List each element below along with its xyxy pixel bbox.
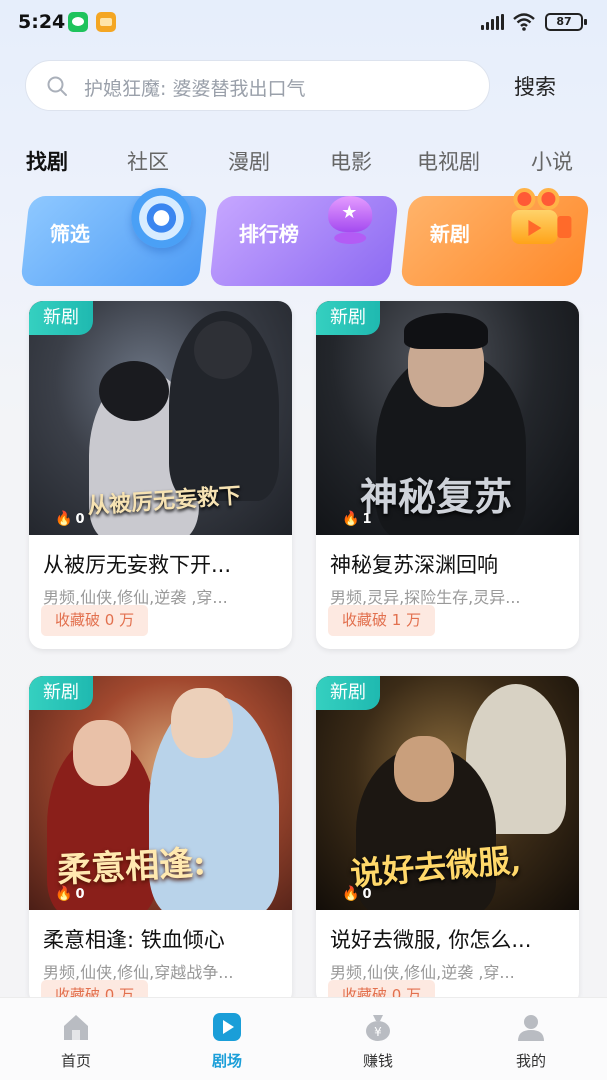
nav-item-profile[interactable]: 我的 bbox=[481, 998, 581, 1080]
tab-movie[interactable]: 电影 bbox=[330, 146, 372, 176]
heat-count: 0 bbox=[55, 886, 84, 902]
signal-icon bbox=[481, 14, 505, 30]
nav-label: 剧场 bbox=[211, 1052, 242, 1070]
search-placeholder: 护媳狂魔: 婆婆替我出口气 bbox=[84, 78, 306, 100]
wechat-notification-icon bbox=[68, 12, 88, 32]
filter-label: 筛选 bbox=[49, 222, 90, 246]
target-icon bbox=[131, 188, 192, 248]
nav-label: 赚钱 bbox=[362, 1052, 393, 1070]
new-drama-label: 新剧 bbox=[429, 222, 470, 246]
heat-count: 0 bbox=[342, 886, 371, 902]
poster-title-text: 柔意相逢: bbox=[56, 843, 207, 891]
favorites-badge: 收藏破 0 万 bbox=[41, 605, 149, 636]
home-icon bbox=[64, 1015, 88, 1040]
drama-card[interactable]: 从被厉无妄救下 0 新剧 从被厉无妄救下开... 男频,仙侠,修仙,逆袭 ,穿.… bbox=[29, 301, 292, 649]
heat-count: 1 bbox=[342, 511, 371, 527]
tab-tv-series[interactable]: 电视剧 bbox=[417, 146, 480, 176]
search-icon bbox=[47, 76, 67, 96]
category-tabs: 找剧 社区 漫剧 电影 电视剧 小说 bbox=[0, 146, 607, 182]
trophy-icon bbox=[320, 190, 380, 250]
svg-text:¥: ¥ bbox=[374, 1025, 382, 1039]
drama-card[interactable]: 柔意相逢: 0 新剧 柔意相逢: 铁血倾心 男频,仙侠,修仙,穿越战争... 收… bbox=[29, 676, 292, 1006]
drama-title: 从被厉无妄救下开... bbox=[43, 553, 232, 577]
bottom-nav: 首页 剧场 ¥ 赚钱 我的 bbox=[0, 997, 607, 1080]
drama-title: 说好去微服, 你怎么... bbox=[330, 928, 532, 952]
theater-play-icon bbox=[213, 1013, 241, 1041]
tab-comic-drama[interactable]: 漫剧 bbox=[228, 146, 270, 176]
battery-indicator: 87 bbox=[545, 13, 587, 31]
drama-card[interactable]: 说好去微服, 0 新剧 说好去微服, 你怎么... 男频,仙侠,修仙,逆袭 ,穿… bbox=[316, 676, 579, 1006]
nav-label: 首页 bbox=[60, 1052, 91, 1070]
nav-item-theater[interactable]: 剧场 bbox=[177, 998, 277, 1080]
favorites-badge: 收藏破 1 万 bbox=[328, 605, 436, 636]
new-drama-button[interactable]: 新剧 bbox=[400, 188, 590, 286]
new-badge: 新剧 bbox=[316, 301, 380, 335]
status-time: 5:24 bbox=[18, 11, 66, 33]
nav-label: 我的 bbox=[515, 1052, 546, 1070]
drama-title: 神秘复苏深渊回响 bbox=[330, 553, 498, 577]
search-button[interactable]: 搜索 bbox=[508, 69, 562, 103]
video-camera-icon bbox=[505, 188, 572, 248]
search-input[interactable]: 护媳狂魔: 婆婆替我出口气 bbox=[25, 60, 490, 111]
user-icon bbox=[518, 1015, 544, 1041]
drama-poster[interactable]: 说好去微服, 0 bbox=[316, 676, 579, 910]
new-badge: 新剧 bbox=[29, 301, 93, 335]
drama-poster[interactable]: 神秘复苏 1 bbox=[316, 301, 579, 535]
nav-item-home[interactable]: 首页 bbox=[26, 998, 126, 1080]
drama-card[interactable]: 神秘复苏 1 新剧 神秘复苏深渊回响 男频,灵异,探险生存,灵异... 收藏破 … bbox=[316, 301, 579, 649]
poster-title-text: 神秘复苏 bbox=[360, 474, 513, 519]
ranking-button[interactable]: 排行榜 bbox=[209, 196, 399, 286]
tab-find-drama[interactable]: 找剧 bbox=[26, 146, 68, 176]
status-bar: 5:24 87 bbox=[0, 0, 607, 46]
new-badge: 新剧 bbox=[29, 676, 93, 710]
drama-poster[interactable]: 从被厉无妄救下 0 bbox=[29, 301, 292, 535]
tab-community[interactable]: 社区 bbox=[127, 146, 169, 176]
ranking-label: 排行榜 bbox=[238, 222, 299, 246]
money-bag-icon: ¥ bbox=[366, 1015, 390, 1041]
drama-title: 柔意相逢: 铁血倾心 bbox=[43, 928, 225, 952]
tab-novel[interactable]: 小说 bbox=[531, 146, 573, 176]
filter-button[interactable]: 筛选 bbox=[20, 188, 208, 286]
files-notification-icon bbox=[96, 12, 116, 32]
heat-count: 0 bbox=[55, 511, 84, 527]
wifi-icon bbox=[513, 13, 535, 31]
nav-item-earn[interactable]: ¥ 赚钱 bbox=[328, 998, 428, 1080]
drama-poster[interactable]: 柔意相逢: 0 bbox=[29, 676, 292, 910]
new-badge: 新剧 bbox=[316, 676, 380, 710]
